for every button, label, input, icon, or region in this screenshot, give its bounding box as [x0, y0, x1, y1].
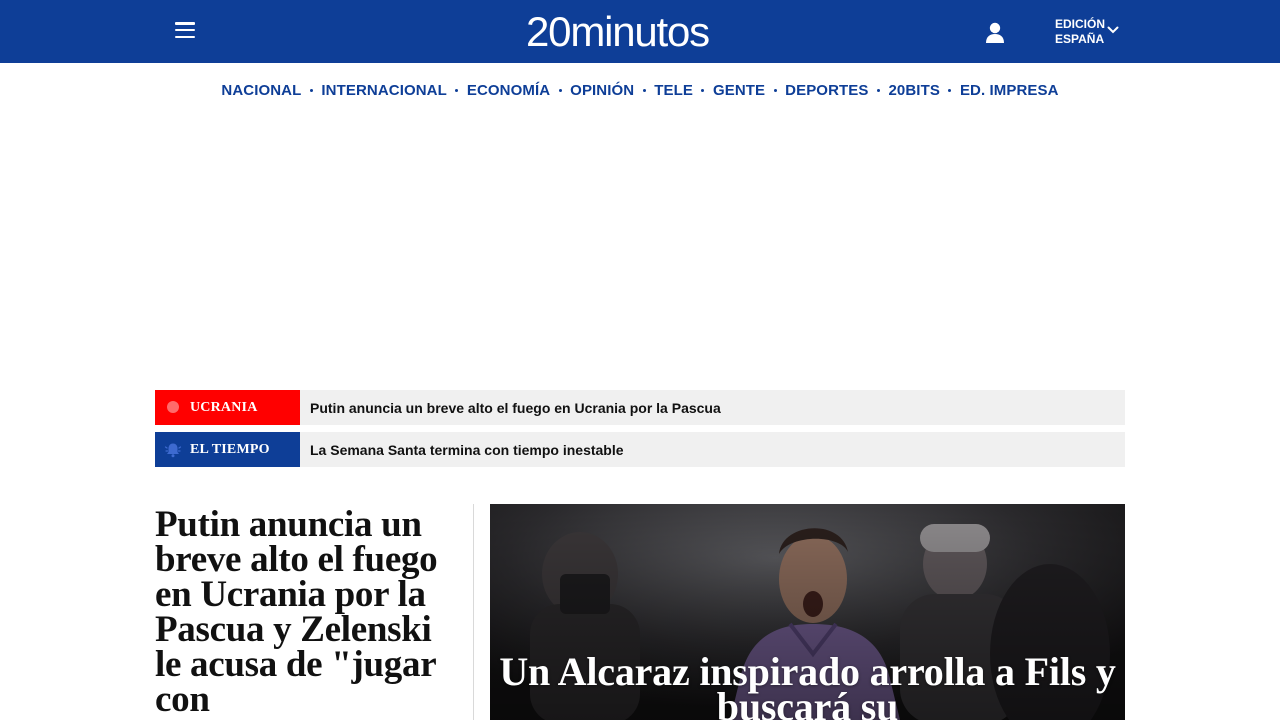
chevron-down-icon — [1107, 26, 1119, 34]
nav-item-economia[interactable]: ECONOMÍA — [467, 82, 550, 99]
ticker-tag: EL TIEMPO — [155, 432, 300, 467]
nav-item-ed-impresa[interactable]: ED. IMPRESA — [960, 82, 1059, 99]
site-logo[interactable]: 20minutos — [526, 6, 710, 58]
ticker-headline[interactable]: Putin anuncia un breve alto el fuego en … — [310, 400, 721, 416]
nav-item-gente[interactable]: GENTE — [713, 82, 765, 99]
nav-item-deportes[interactable]: DEPORTES — [785, 82, 868, 99]
nav-separator — [309, 89, 313, 92]
nav-item-nacional[interactable]: NACIONAL — [221, 82, 301, 99]
edition-selector[interactable]: EDICIÓN ESPAÑA — [1055, 17, 1119, 47]
hero-story-title[interactable]: Un Alcaraz inspirado arrolla a Fils y bu… — [490, 652, 1125, 720]
nav-separator — [876, 89, 880, 92]
nav-item-internacional[interactable]: INTERNACIONAL — [321, 82, 446, 99]
hamburger-menu-icon[interactable] — [175, 22, 195, 40]
user-icon[interactable] — [984, 21, 1006, 45]
nav-separator — [558, 89, 562, 92]
nav-separator — [773, 89, 777, 92]
ticker-tag: UCRANIA — [155, 390, 300, 425]
ticker-tag-label: UCRANIA — [190, 400, 258, 415]
ticker-ucrania[interactable]: UCRANIA Putin anuncia un breve alto el f… — [155, 390, 1125, 425]
column-divider — [473, 504, 474, 720]
nav-separator — [455, 89, 459, 92]
nav-item-tele[interactable]: TELE — [654, 82, 693, 99]
live-dot-icon — [167, 401, 179, 413]
nav-separator — [701, 89, 705, 92]
nav-item-opinion[interactable]: OPINIÓN — [570, 82, 634, 99]
bell-icon — [164, 443, 182, 458]
ticker-tag-label: EL TIEMPO — [190, 442, 270, 457]
ticker-headline[interactable]: La Semana Santa termina con tiempo inest… — [310, 442, 624, 458]
lead-story-title[interactable]: Putin anuncia un breve alto el fuego en … — [155, 506, 460, 718]
edition-label: EDICIÓN — [1055, 17, 1106, 31]
nav-separator — [948, 89, 952, 92]
top-header: 20minutos EDICIÓN ESPAÑA — [0, 0, 1280, 63]
nav-separator — [642, 89, 646, 92]
section-nav: NACIONAL INTERNACIONAL ECONOMÍA OPINIÓN … — [0, 82, 1280, 99]
ticker-el-tiempo[interactable]: EL TIEMPO La Semana Santa termina con ti… — [155, 432, 1125, 467]
nav-item-20bits[interactable]: 20BITS — [888, 82, 939, 99]
hero-story[interactable]: Un Alcaraz inspirado arrolla a Fils y bu… — [490, 504, 1125, 720]
edition-country: ESPAÑA — [1055, 32, 1105, 46]
